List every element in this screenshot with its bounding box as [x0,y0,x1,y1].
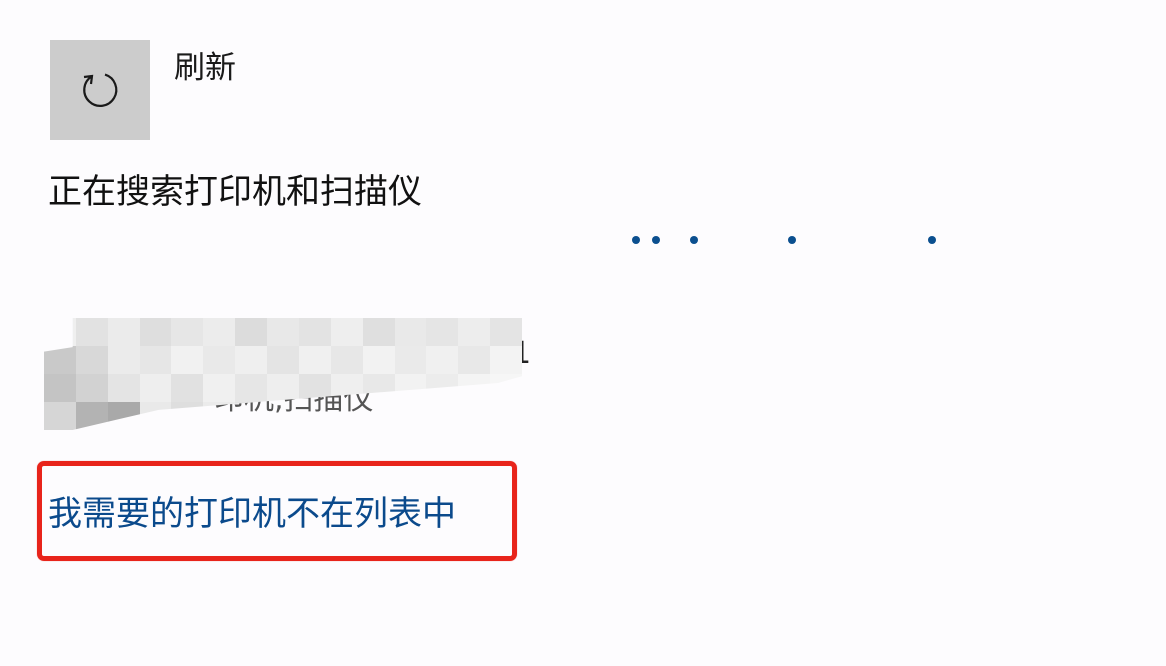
loading-dot [632,236,640,244]
loading-dot [928,236,936,244]
refresh-label[interactable]: 刷新 [174,48,236,88]
refresh-icon [79,69,121,111]
loading-dot [788,236,796,244]
loading-dot [652,236,660,244]
device-list-item[interactable]: 印机,扫描仪 1 [44,318,534,430]
printer-not-listed-link[interactable]: 我需要的打印机不在列表中 [48,492,456,536]
refresh-button[interactable] [50,40,150,140]
searching-status-text: 正在搜索打印机和扫描仪 [48,172,422,212]
loading-dot [690,236,698,244]
